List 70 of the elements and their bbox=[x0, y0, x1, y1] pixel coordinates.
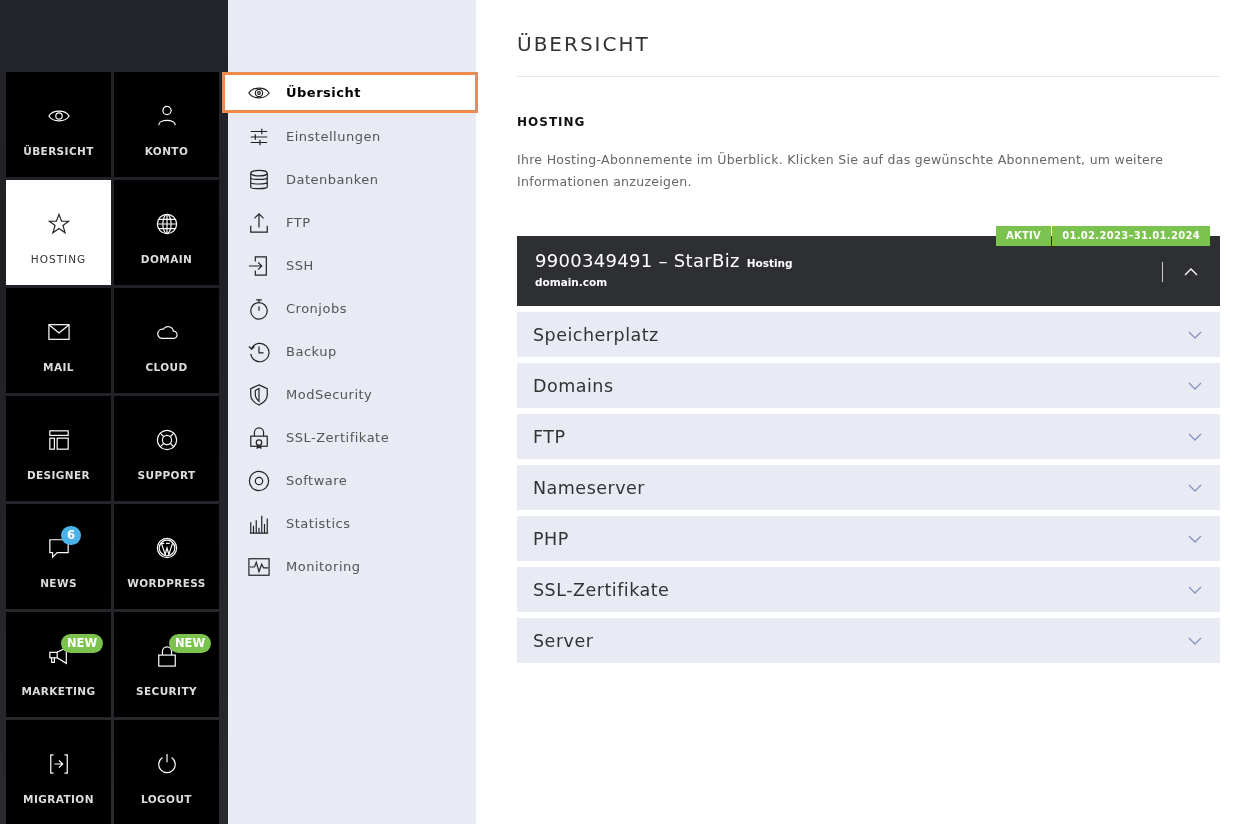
submenu-item[interactable]: SSH bbox=[222, 244, 478, 287]
nav-tile[interactable]: DOMAIN bbox=[114, 180, 219, 285]
accordion-row[interactable]: Server bbox=[517, 618, 1220, 663]
period-tag: 01.02.2023–31.01.2024 bbox=[1052, 226, 1210, 246]
user-icon bbox=[155, 104, 178, 127]
wordpress-icon bbox=[155, 536, 178, 559]
nav-tile[interactable]: MAIL bbox=[6, 288, 111, 393]
certificate-lock-icon bbox=[248, 426, 270, 449]
disc-icon bbox=[248, 469, 270, 492]
chevron-down-icon bbox=[1188, 483, 1202, 492]
nav-tile[interactable]: NEW MARKETING bbox=[6, 612, 111, 717]
subscription-title: 9900349491 – StarBiz bbox=[535, 250, 740, 271]
nav-tile[interactable]: HOSTING bbox=[6, 180, 111, 285]
power-icon bbox=[155, 752, 178, 775]
chevron-up-icon bbox=[1184, 268, 1198, 276]
chevron-down-icon bbox=[1188, 534, 1202, 543]
badge: NEW bbox=[61, 634, 104, 653]
database-icon bbox=[248, 168, 270, 191]
chevron-down-icon bbox=[1188, 381, 1202, 390]
layout-icon bbox=[47, 428, 70, 451]
upload-icon bbox=[248, 211, 270, 234]
submenu-item[interactable]: Einstellungen bbox=[222, 115, 478, 158]
nav-tile[interactable]: KONTO bbox=[114, 72, 219, 177]
chevron-down-icon bbox=[1188, 330, 1202, 339]
accordion-row[interactable]: FTP bbox=[517, 414, 1220, 459]
submenu-item[interactable]: Software bbox=[222, 459, 478, 502]
intro-text: Ihre Hosting-Abonnemente im Überblick. Klicken Sie auf das gewünschte Abonnement, um weitere Informationen anzuzeigen. bbox=[517, 151, 1165, 191]
lifebuoy-icon bbox=[155, 428, 178, 451]
submenu-item[interactable]: Datenbanken bbox=[222, 158, 478, 201]
badge: NEW bbox=[169, 634, 212, 653]
submenu-item[interactable]: Backup bbox=[222, 330, 478, 373]
submenu-item[interactable]: SSL-Zertifikate bbox=[222, 416, 478, 459]
pulse-monitor-icon bbox=[248, 555, 270, 578]
submenu-item[interactable]: Übersicht bbox=[222, 72, 478, 113]
stopwatch-icon bbox=[248, 297, 270, 320]
nav-tile[interactable]: 6 NEWS bbox=[6, 504, 111, 609]
arrow-into-bracket-icon bbox=[47, 752, 70, 775]
accordion-row[interactable]: Domains bbox=[517, 363, 1220, 408]
nav-tile[interactable]: SUPPORT bbox=[114, 396, 219, 501]
subscription-domain: domain.com bbox=[535, 276, 608, 288]
chevron-down-icon bbox=[1188, 432, 1202, 441]
globe-icon bbox=[155, 212, 178, 235]
submenu-item[interactable]: ModSecurity bbox=[222, 373, 478, 416]
section-title: HOSTING bbox=[517, 115, 587, 129]
submenu-item[interactable]: FTP bbox=[222, 201, 478, 244]
nav-tile[interactable]: NEW SECURITY bbox=[114, 612, 219, 717]
accordion-row[interactable]: Speicherplatz bbox=[517, 312, 1220, 357]
nav-tile[interactable]: LOGOUT bbox=[114, 720, 219, 824]
nav-tile[interactable]: CLOUD bbox=[114, 288, 219, 393]
subscription-type: Hosting bbox=[746, 257, 793, 269]
shield-icon bbox=[248, 383, 270, 406]
accordion-row[interactable]: PHP bbox=[517, 516, 1220, 561]
status-tag: AKTIV bbox=[995, 226, 1052, 246]
enter-icon bbox=[248, 254, 270, 277]
padlock-icon bbox=[155, 644, 178, 667]
chevron-down-icon bbox=[1188, 636, 1202, 645]
nav-tile[interactable]: ÜBERSICHT bbox=[6, 72, 111, 177]
nav-tile[interactable]: DESIGNER bbox=[6, 396, 111, 501]
badge: 6 bbox=[61, 526, 81, 545]
chevron-down-icon bbox=[1188, 585, 1202, 594]
nav-tile[interactable]: MIGRATION bbox=[6, 720, 111, 824]
star-icon bbox=[47, 212, 70, 235]
submenu-item[interactable]: Cronjobs bbox=[222, 287, 478, 330]
page-title: ÜBERSICHT bbox=[517, 32, 1220, 77]
submenu-item[interactable]: Monitoring bbox=[222, 545, 478, 588]
submenu-item[interactable]: Statistics bbox=[222, 502, 478, 545]
accordion-row[interactable]: SSL-Zertifikate bbox=[517, 567, 1220, 612]
history-icon bbox=[248, 340, 270, 363]
accordion-row[interactable]: Nameserver bbox=[517, 465, 1220, 510]
nav-tile[interactable]: WORDPRESS bbox=[114, 504, 219, 609]
